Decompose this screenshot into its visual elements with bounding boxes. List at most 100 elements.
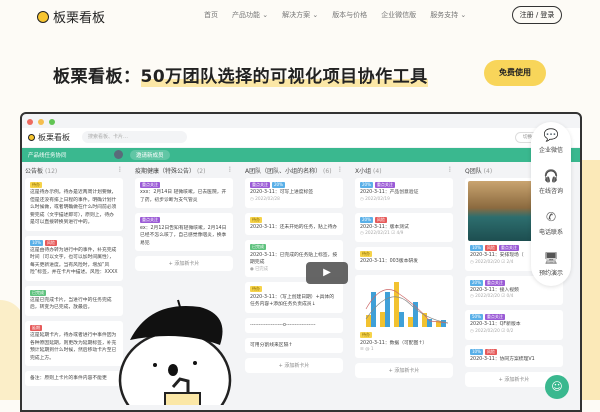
search-input[interactable]: 搜索看板、卡片… — [82, 131, 187, 143]
contact-label: 电话联系 — [538, 229, 563, 236]
task-card[interactable]: 延期 这是延期卡片，待办或者进行中事件因为各种原因延期，则更改为延期标签，补充预计… — [25, 320, 123, 367]
brand-logo[interactable]: 板栗看板 — [37, 7, 105, 26]
card-text: 2020-3-11：（写上创建日期）+具体的任务内容+添加任务负责成员↓ — [250, 294, 335, 308]
card-tag: 重点关注 — [140, 217, 160, 224]
chart-bar — [408, 316, 413, 327]
window-controls — [27, 119, 55, 125]
card-text: 2020-3-11：协同方案梳理V1 — [470, 356, 535, 362]
logo-icon — [37, 10, 49, 23]
card-text: 2020-3-11：QF新版本 — [470, 322, 521, 328]
hero-title: 板栗看板：50万团队选择的可视化项目协作工具 — [53, 67, 428, 87]
card-chart — [365, 281, 449, 327]
more-icon[interactable]: ⋮ — [337, 166, 343, 178]
card-text: 2020-3-11：可写上进度标签 — [250, 190, 314, 196]
card-text: ex：2月12日告知有轻微咳嗽，2月14日已经不怎么咳了，自己感觉像咽炎，换季易… — [140, 225, 227, 246]
add-card-button[interactable]: + 添加新卡片 — [355, 362, 453, 378]
login-button[interactable]: 注册 / 登录 — [512, 6, 562, 24]
nav-item[interactable]: 首页 — [204, 10, 218, 20]
card-tag: 风险 — [374, 216, 387, 223]
task-card[interactable]: 备注：原则上卡片的事件内容不能更 — [25, 371, 123, 387]
task-card[interactable]: 重点关注 xxx：2月14日 轻微咳嗽，已去医院，开了药，初步诊断为支气管炎 — [135, 178, 233, 209]
card-tag: 风险 — [484, 245, 497, 251]
nav-item[interactable]: 版本与价格 — [332, 10, 367, 20]
task-card[interactable]: 重点关注 ex：2月12日告知有轻微咳嗽，2月14日已经不怎么咳了，自己感觉像咽炎… — [135, 213, 233, 251]
card-meta: ◷ 2022/02/19 — [360, 196, 390, 202]
card-text: 2020-3-11：数据（可配图↑） — [360, 340, 428, 346]
nav-item[interactable]: 产品功能 ⌄ — [232, 10, 268, 20]
task-card[interactable]: 重点关注 20% 2020-3-11：可写上进度标签 ◷ 2022/02/28 — [245, 178, 343, 208]
avatar[interactable] — [114, 150, 123, 159]
card-meta: ◷ 2022/02/21 ☑ 4/9 — [360, 231, 404, 237]
column-title: Q团队 — [465, 168, 482, 175]
more-icon[interactable]: ⋮ — [447, 166, 453, 178]
invite-button[interactable]: 邀请新成员 — [130, 150, 170, 160]
add-card-button[interactable]: + 添加新卡片 — [135, 255, 233, 271]
more-icon[interactable]: ⋮ — [117, 166, 123, 178]
headset-icon: 🎧 — [543, 169, 559, 183]
task-card[interactable]: 20% 重点关注 2020-3-11：产品创意验证 ◷ 2022/02/19 — [355, 178, 453, 208]
nav-item[interactable]: 企业微信版 — [381, 10, 416, 20]
contact-3[interactable]: 🖥 预约演示 — [531, 245, 571, 286]
column-count: (6) — [323, 168, 332, 175]
trend-line — [365, 296, 449, 324]
task-card[interactable]: 50% 重点关注 2020-3-11：QF新版本 ◷ 2022/02/20 ☑ 0/2 — [465, 310, 563, 340]
card-tag: 待办 — [30, 182, 42, 188]
task-card[interactable]: 待办 2020-3-11：003版本研发 — [355, 247, 453, 270]
card-tag: 重点关注 — [484, 279, 505, 286]
card-tag: 重点关注 — [374, 182, 395, 188]
task-card[interactable]: 待办 这是待办示例。待办是近两周计划要做，但是还没有排上日程的事件。明确计划什么时… — [25, 178, 123, 231]
card-tag: 待办 — [360, 332, 372, 339]
card-tag: 重点关注 — [250, 182, 270, 188]
card-text: 这是延期卡片，待办或者进行中事件因为各种原因延期，则更改为延期标签，补充预计延期… — [30, 333, 117, 361]
trend-line — [365, 288, 449, 324]
column-title: 疫期健康（特殊公告） — [135, 168, 196, 175]
task-card[interactable]: 10% 风险 这是由待办转为进行中的事件，补充完成时间（可以文字，也可以加时间属性）… — [25, 235, 123, 281]
board-column: 疫期健康（特殊公告） (2) ⋮ 重点关注 xxx：2月14日 轻微咳嗽，已去医院，开… — [135, 166, 233, 271]
task-card[interactable]: 待办 2020-3-11：还未开始的任务，贴上待办 — [245, 212, 343, 236]
top-nav: 板栗看板 首页 产品功能 ⌄ 解决方案 ⌄ 版本与价格 企业微信版 服务支持 ⌄ 注册 /… — [0, 0, 600, 32]
nav-menu: 首页 产品功能 ⌄ 解决方案 ⌄ 版本与价格 企业微信版 服务支持 ⌄ — [204, 10, 466, 20]
column-header: A团队（团队、小组的名称） (6) ⋮ — [245, 166, 343, 178]
nav-item[interactable]: 解决方案 ⌄ — [282, 10, 318, 20]
column-header: X小组 (4) ⋮ — [355, 166, 453, 178]
card-text: -------------------o----------------- — [250, 322, 316, 328]
column-count: (4) — [483, 168, 493, 175]
card-text: xxx：2月14日 轻微咳嗽，已去医院，开了药，初步诊断为支气管炎 — [140, 190, 227, 203]
task-card[interactable]: 20% 风险 2020-3-11：版本测试 ◷ 2022/02/21 ☑ 4/9 — [355, 212, 453, 242]
more-icon[interactable]: ⋮ — [227, 166, 233, 178]
app-brand: 板栗看板 — [38, 133, 70, 142]
contact-1[interactable]: 🎧 在线咨询 — [531, 163, 571, 204]
column-header: 疫期健康（特殊公告） (2) ⋮ — [135, 166, 233, 178]
card-tag: 已完成 — [250, 244, 266, 251]
phone-icon: ✆ — [545, 210, 557, 224]
card-text: 这是已完成卡片，当进行中的任务完成后，转变为已完成，放最后。 — [30, 298, 112, 311]
card-text: 备注：原则上卡片的事件内容不能更 — [30, 376, 107, 382]
column-title: 公告板 — [25, 168, 44, 175]
contact-panel: 💬 企业微信 🎧 在线咨询 ✆ 电话联系 🖥 预约演示 — [531, 122, 571, 286]
chat-button[interactable]: ☺ — [545, 375, 569, 399]
board-bar: 产品线任务协同 邀请新成员 — [22, 148, 580, 162]
card-tag: 20% — [360, 216, 373, 223]
nav-item[interactable]: 服务支持 ⌄ — [430, 10, 466, 20]
app-header: 板栗看板 搜索看板、卡片… 切换看板 — [22, 128, 580, 147]
board-column: X小组 (4) ⋮ 20% 重点关注 2020-3-11：产品创意验证 ◷ 2022/02… — [355, 166, 453, 378]
card-tag: 重点关注 — [484, 314, 505, 320]
play-video-button[interactable]: ▶ — [306, 262, 348, 284]
card-tag: 50% — [470, 314, 483, 320]
chart-bar — [441, 319, 446, 327]
contact-label: 预约演示 — [538, 270, 563, 277]
contact-2[interactable]: ✆ 电话联系 — [531, 204, 571, 245]
contact-0[interactable]: 💬 企业微信 — [531, 122, 571, 163]
card-tag: 待办 — [360, 251, 372, 257]
logo-icon — [28, 134, 35, 141]
free-use-button[interactable]: 免费使用 — [484, 60, 546, 86]
card-tag: 待办 — [250, 286, 262, 293]
chart-bar — [394, 281, 399, 327]
task-card[interactable]: 待办 2020-3-11：数据（可配图↑） ☰ @ 1 — [355, 274, 453, 358]
task-card[interactable]: 10% 风险 2020-3-11：协同方案梳理V1 — [465, 344, 563, 368]
card-tag: 待办 — [250, 216, 262, 223]
task-card[interactable]: 已完成 这是已完成卡片，当进行中的任务完成后，转变为已完成，放最后。 — [25, 285, 123, 316]
chart-bar — [380, 311, 385, 327]
column-header: 公告板 (12) ⋮ — [25, 166, 123, 178]
chat-icon: ☺ — [551, 380, 563, 393]
